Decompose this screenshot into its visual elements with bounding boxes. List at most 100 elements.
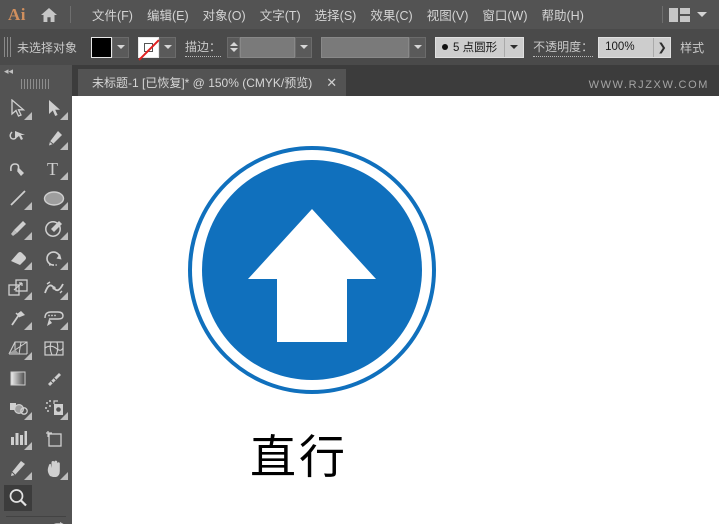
sign-up-arrow-icon [248, 209, 376, 342]
tool-panel-separator [6, 516, 66, 517]
watermark-text: WWW.RJZXW.COM [588, 79, 709, 91]
opacity-value[interactable]: 100% [599, 41, 653, 53]
flyout-corner-icon [60, 322, 68, 330]
shape-builder-tool[interactable] [36, 303, 72, 333]
menu-type[interactable]: 文字(T) [253, 1, 308, 28]
perspective-grid-tool[interactable] [0, 333, 36, 363]
style-label[interactable]: 样式 [680, 39, 704, 56]
flyout-corner-icon [24, 472, 32, 480]
selection-status-label: 未选择对象 [17, 40, 78, 55]
menubar-right-group [656, 6, 719, 23]
blend-tool[interactable] [0, 393, 36, 423]
color-controls [0, 520, 72, 524]
stroke-dropdown-chevron-down-icon[interactable] [159, 36, 177, 58]
flyout-corner-icon [24, 352, 32, 360]
flyout-corner-icon [24, 412, 32, 420]
menu-select[interactable]: 选择(S) [308, 1, 364, 28]
close-icon[interactable]: ✕ [326, 76, 337, 89]
free-transform-tool[interactable] [0, 303, 36, 333]
flyout-corner-icon [60, 262, 68, 270]
workspace-chevron-down-icon[interactable] [697, 12, 707, 17]
menu-window[interactable]: 窗口(W) [475, 1, 534, 28]
gradient-tool[interactable] [0, 363, 36, 393]
brush-definition-chevron-down-icon[interactable] [504, 37, 523, 57]
flyout-corner-icon [24, 202, 32, 210]
scale-tool[interactable] [0, 273, 36, 303]
flyout-corner-icon [60, 232, 68, 240]
mesh-tool[interactable] [36, 333, 72, 363]
flyout-corner-icon [24, 442, 32, 450]
tool-empty-slot [36, 483, 72, 513]
stroke-weight-chevron-down-icon[interactable] [295, 36, 313, 58]
pen-tool[interactable] [36, 123, 72, 153]
selection-tool[interactable] [0, 93, 36, 123]
opacity-arrow-icon[interactable]: ❯ [653, 37, 670, 57]
control-bar: 未选择对象 描边： 5 点圆形 不透明度： 100% ❯ 样式 [0, 29, 719, 66]
stroke-profile-input[interactable] [321, 36, 410, 58]
brush-dot-icon [442, 44, 449, 50]
zoom-tool[interactable] [0, 483, 36, 513]
document-tab[interactable]: 未标题-1 [已恢复]* @ 150% (CMYK/预览) ✕ [78, 69, 347, 96]
menubar-divider [70, 6, 71, 23]
symbol-sprayer-tool[interactable] [36, 393, 72, 423]
magic-wand-tool[interactable] [0, 123, 36, 153]
illustrator-window: Ai 文件(F) 编辑(E) 对象(O) 文字(T) 选择(S) 效果(C) 视… [0, 0, 719, 524]
slice-tool[interactable] [0, 453, 36, 483]
menu-items: 文件(F) 编辑(E) 对象(O) 文字(T) 选择(S) 效果(C) 视图(V… [85, 1, 591, 28]
menu-bar: Ai 文件(F) 编辑(E) 对象(O) 文字(T) 选择(S) 效果(C) 视… [0, 0, 719, 29]
flyout-corner-icon [60, 112, 68, 120]
opacity-label: 不透明度： [533, 38, 594, 57]
opacity-field[interactable]: 100% ❯ [598, 36, 672, 58]
fill-swatch[interactable] [91, 36, 113, 58]
traffic-sign-go-straight[interactable] [188, 146, 436, 394]
hand-tool[interactable] [36, 453, 72, 483]
flyout-corner-icon [24, 292, 32, 300]
flyout-corner-icon [60, 142, 68, 150]
fill-dropdown-chevron-down-icon[interactable] [112, 36, 130, 58]
eraser-tool[interactable] [0, 243, 36, 273]
menubar-divider-right [662, 6, 663, 23]
brush-definition-combo[interactable]: 5 点圆形 [435, 36, 525, 58]
document-tab-title: 未标题-1 [已恢复]* @ 150% (CMYK/预览) [92, 76, 313, 90]
artwork-caption[interactable]: 直行 [250, 421, 348, 487]
stroke-swatch[interactable] [137, 36, 160, 61]
stroke-profile-chevron-down-icon[interactable] [409, 36, 427, 58]
curvature-tool[interactable] [0, 153, 36, 183]
home-icon[interactable] [34, 7, 64, 23]
paintbrush-tool[interactable] [0, 213, 36, 243]
flyout-corner-icon [24, 262, 32, 270]
canvas-area[interactable]: 直行 [72, 96, 719, 524]
flyout-corner-icon [60, 472, 68, 480]
type-tool[interactable]: T [36, 153, 72, 183]
eyedropper-tool[interactable] [36, 363, 72, 393]
menu-view[interactable]: 视图(V) [420, 1, 476, 28]
tool-grid: T [0, 93, 72, 513]
brush-definition-label: 5 点圆形 [453, 42, 498, 54]
shaper-tool[interactable] [36, 213, 72, 243]
direct-selection-tool[interactable] [36, 93, 72, 123]
flyout-corner-icon [60, 292, 68, 300]
tool-panel-grip[interactable] [21, 79, 51, 89]
flyout-corner-icon [24, 232, 32, 240]
document-tab-bar: 未标题-1 [已恢复]* @ 150% (CMYK/预览) ✕ WWW.RJZX… [72, 65, 719, 96]
ellipse-tool[interactable] [36, 183, 72, 213]
menu-object[interactable]: 对象(O) [196, 1, 253, 28]
svg-text:T: T [47, 159, 58, 178]
rotate-tool[interactable] [36, 243, 72, 273]
menu-edit[interactable]: 编辑(E) [140, 1, 196, 28]
menu-help[interactable]: 帮助(H) [535, 1, 591, 28]
width-tool[interactable] [36, 273, 72, 303]
stroke-weight-input[interactable] [240, 36, 296, 58]
column-graph-tool[interactable] [0, 423, 36, 453]
stroke-weight-label: 描边： [185, 38, 222, 57]
artboard-tool[interactable] [36, 423, 72, 453]
line-segment-tool[interactable] [0, 183, 36, 213]
menu-file[interactable]: 文件(F) [85, 1, 140, 28]
tool-panel-collapse[interactable]: ◂◂ [0, 65, 72, 78]
flyout-corner-icon [60, 202, 68, 210]
workspace-layout-icon[interactable] [669, 7, 690, 22]
control-bar-grip[interactable] [4, 37, 12, 57]
flyout-corner-icon [24, 112, 32, 120]
stroke-weight-stepper[interactable] [227, 36, 241, 58]
menu-effect[interactable]: 效果(C) [363, 1, 419, 28]
